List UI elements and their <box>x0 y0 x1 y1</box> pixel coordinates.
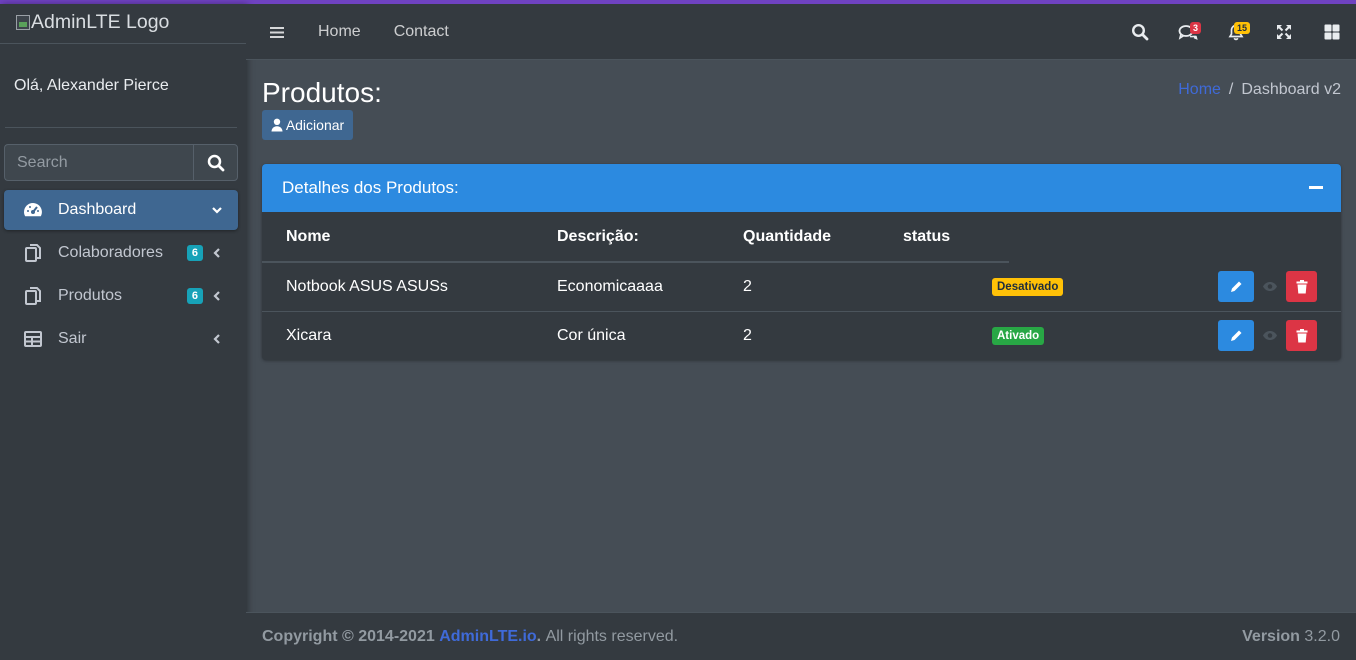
fullscreen-button[interactable] <box>1260 4 1308 60</box>
column-header-nome: Nome <box>262 212 533 263</box>
delete-button[interactable] <box>1286 320 1317 352</box>
rights-text: All rights reserved. <box>545 627 679 645</box>
column-header-status: status <box>879 212 1009 263</box>
pencil-icon <box>1230 281 1241 293</box>
notifications-button[interactable]: 15 <box>1212 4 1260 60</box>
sidebar-item-label: Sair <box>58 330 87 347</box>
pencil-icon <box>1230 330 1241 342</box>
add-button-label: Adicionar <box>285 117 345 133</box>
version-label: Version <box>1242 627 1300 645</box>
sidebar-item-label: Produtos <box>58 287 123 304</box>
chevron-left-icon <box>210 245 224 261</box>
count-badge: 6 <box>186 288 203 304</box>
minus-icon[interactable] <box>1309 186 1323 189</box>
table-icon <box>22 329 44 349</box>
user-icon <box>271 118 283 132</box>
view-button[interactable] <box>1254 271 1286 302</box>
copyright-dot: . <box>536 627 542 645</box>
breadcrumb: Home / Dashboard v2 <box>1178 81 1341 99</box>
chevron-left-icon <box>210 288 224 304</box>
column-header-actions <box>1009 212 1341 262</box>
status-badge: Ativado <box>992 326 1045 345</box>
messages-badge: 3 <box>1190 22 1202 34</box>
navbar-search-button[interactable] <box>1116 4 1164 60</box>
messages-button[interactable]: 3 <box>1164 4 1212 60</box>
eye-icon <box>1263 282 1277 292</box>
sidebar-item-colaboradores[interactable]: Colaboradores 6 <box>4 233 238 273</box>
copyright-text: Copyright © 2014-2021 <box>262 627 435 645</box>
sidebar-item-dashboard[interactable]: Dashboard <box>4 190 238 230</box>
brand-logo: AdminLTE Logo <box>16 12 169 32</box>
breadcrumb-separator: / <box>1228 81 1234 98</box>
adminlte-link[interactable]: AdminLTE.io <box>439 628 536 646</box>
search-button[interactable] <box>193 144 238 181</box>
version-number: 3.2.0 <box>1304 627 1340 645</box>
copy-icon <box>22 243 44 263</box>
sidebar-nav: Dashboard Colaboradores 6 Produtos 6 Sai… <box>4 190 238 362</box>
search-icon <box>207 154 224 171</box>
products-table: Nome Descrição: Quantidade status Notboo… <box>262 212 1341 360</box>
brand-link[interactable]: AdminLTE Logo <box>0 4 246 44</box>
products-card: Detalhes dos Produtos: Nome Descrição: Q… <box>262 164 1341 360</box>
broken-image-icon <box>16 14 30 30</box>
trash-icon <box>1296 279 1307 294</box>
expand-arrows-icon <box>1277 25 1291 39</box>
th-large-icon <box>1324 24 1340 40</box>
footer: Copyright © 2014-2021 AdminLTE.io. All r… <box>246 612 1356 660</box>
status-badge: Desativado <box>992 277 1064 296</box>
cell-status-actions: Desativado <box>879 262 1341 311</box>
nav-link-contact[interactable]: Contact <box>394 23 449 41</box>
cell-descricao: Cor única <box>533 310 719 360</box>
card-header: Detalhes dos Produtos: <box>262 164 1341 212</box>
table-header-row: Nome Descrição: Quantidade status <box>262 212 1341 263</box>
edit-button[interactable] <box>1218 320 1254 352</box>
table-row: Xicara Cor única 2 Ativado <box>262 310 1341 360</box>
search-input[interactable] <box>4 144 193 181</box>
version-info: Version 3.2.0 <box>1242 628 1340 646</box>
eye-icon <box>1263 331 1277 341</box>
card-title: Detalhes dos Produtos: <box>282 178 459 197</box>
sidebar-item-label: Colaboradores <box>58 244 163 261</box>
delete-button[interactable] <box>1286 271 1317 303</box>
cell-descricao: Economicaaaa <box>557 277 663 295</box>
notifications-badge: 15 <box>1234 22 1251 34</box>
tachometer-icon <box>22 200 44 220</box>
chevron-down-icon <box>210 202 224 218</box>
count-badge: 6 <box>186 245 203 261</box>
trash-icon <box>1296 328 1307 343</box>
column-header-descricao: Descrição: <box>533 212 719 263</box>
user-greeting: Olá, Alexander Pierce <box>14 76 169 94</box>
breadcrumb-current: Dashboard v2 <box>1241 81 1341 98</box>
top-navbar: Home Contact 3 15 <box>246 4 1356 60</box>
copy-icon <box>22 286 44 306</box>
user-panel[interactable]: Olá, Alexander Pierce <box>5 44 237 128</box>
nav-link-home[interactable]: Home <box>318 23 361 41</box>
brand-logo-alt: AdminLTE Logo <box>31 11 170 33</box>
cell-quantidade: 2 <box>719 310 879 360</box>
sidebar-item-label: Dashboard <box>58 201 137 218</box>
control-sidebar-button[interactable] <box>1308 4 1356 60</box>
edit-button[interactable] <box>1218 271 1254 303</box>
cell-nome: Notbook ASUS ASUSs <box>286 277 448 295</box>
cell-nome: Xicara <box>262 310 533 360</box>
content-header: Produtos: Adicionar Home / Dashboard v2 <box>262 76 1341 140</box>
column-header-quantidade: Quantidade <box>719 212 879 263</box>
sidebar: AdminLTE Logo Olá, Alexander Pierce Dash… <box>0 4 246 660</box>
table-row: Notbook ASUS ASUSs Economicaaaa 2 Desati… <box>262 262 1341 311</box>
add-product-button[interactable]: Adicionar <box>262 110 353 140</box>
cell-quantidade: 2 <box>743 277 752 295</box>
sidebar-item-produtos[interactable]: Produtos 6 <box>4 276 238 316</box>
hamburger-menu-icon[interactable] <box>269 25 285 39</box>
chevron-left-icon <box>210 331 224 347</box>
sidebar-item-sair[interactable]: Sair <box>4 319 238 359</box>
view-button[interactable] <box>1254 320 1286 351</box>
sidebar-search <box>4 144 238 182</box>
cell-status-actions: Ativado <box>879 310 1341 360</box>
breadcrumb-home-link[interactable]: Home <box>1178 81 1221 98</box>
search-icon <box>1131 23 1149 41</box>
